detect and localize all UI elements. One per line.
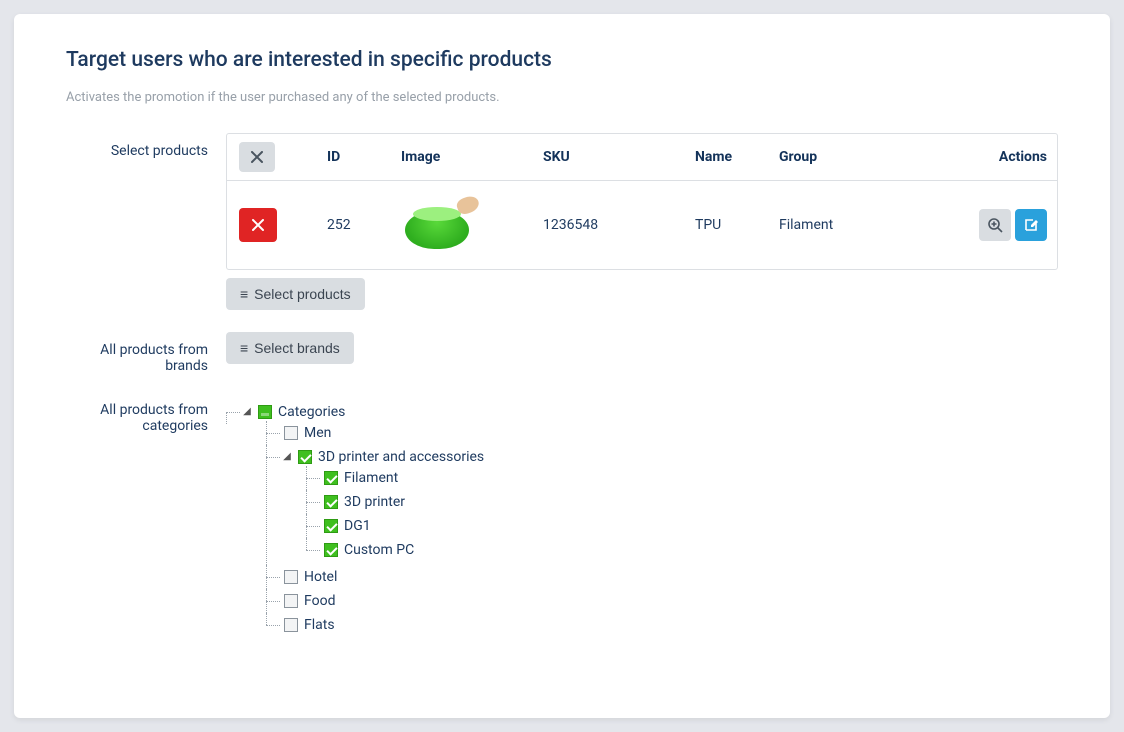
- products-table-header: ID Image SKU Name Group Actions: [227, 134, 1057, 181]
- tree-node-root[interactable]: ◢ Categories Men: [226, 400, 1058, 640]
- cell-image: [401, 197, 543, 253]
- checkbox-partial[interactable]: [258, 405, 272, 419]
- close-icon: [251, 151, 263, 163]
- cell-id: 252: [327, 217, 401, 233]
- select-brands-button[interactable]: ≡ Select brands: [226, 332, 354, 364]
- cell-group: Filament: [779, 217, 967, 233]
- cell-name: TPU: [695, 217, 779, 233]
- select-products-button[interactable]: ≡ Select products: [226, 278, 365, 310]
- tree-node[interactable]: Filament: [306, 466, 1058, 490]
- close-icon: [252, 219, 264, 231]
- list-icon: ≡: [240, 287, 248, 301]
- tree-node[interactable]: ◢ 3D printer and accessories Filament: [266, 445, 1058, 565]
- checkbox[interactable]: [284, 570, 298, 584]
- tree-label: Custom PC: [344, 541, 414, 559]
- view-button[interactable]: [979, 209, 1011, 241]
- product-thumbnail: [401, 197, 481, 253]
- cell-sku: 1236548: [543, 217, 695, 233]
- tree-node[interactable]: Food: [266, 589, 1058, 613]
- th-actions: Actions: [967, 149, 1047, 165]
- collapse-icon[interactable]: ◢: [242, 407, 252, 417]
- page-heading: Target users who are interested in speci…: [66, 48, 1058, 72]
- tree-label: Flats: [304, 616, 335, 634]
- th-id: ID: [327, 149, 401, 165]
- tree-label: Hotel: [304, 568, 337, 586]
- settings-card: Target users who are interested in speci…: [14, 14, 1110, 718]
- th-sku: SKU: [543, 149, 695, 165]
- collapse-icon[interactable]: ◢: [282, 452, 292, 462]
- list-icon: ≡: [240, 341, 248, 355]
- edit-icon: [1023, 217, 1039, 233]
- row-categories: All products from categories ◢ Categorie…: [66, 400, 1058, 640]
- row-brands: All products from brands ≡ Select brands: [66, 332, 1058, 374]
- tree-label: DG1: [344, 517, 371, 535]
- zoom-icon: [987, 217, 1003, 233]
- checkbox-checked[interactable]: [324, 543, 338, 557]
- checkbox[interactable]: [284, 594, 298, 608]
- tree-label: Categories: [278, 403, 345, 421]
- remove-row-button[interactable]: [239, 208, 277, 242]
- th-name: Name: [695, 149, 779, 165]
- tree-node[interactable]: Hotel: [266, 565, 1058, 589]
- page-subtitle: Activates the promotion if the user purc…: [66, 90, 1058, 105]
- checkbox-checked[interactable]: [298, 450, 312, 464]
- categories-tree: ◢ Categories Men: [226, 400, 1058, 640]
- clear-all-button[interactable]: [239, 142, 275, 172]
- tree-label: Food: [304, 592, 335, 610]
- label-brands: All products from brands: [66, 332, 226, 374]
- select-products-button-label: Select products: [254, 287, 351, 301]
- label-select-products: Select products: [66, 133, 226, 159]
- checkbox[interactable]: [284, 618, 298, 632]
- tree-label: Filament: [344, 469, 398, 487]
- tree-node[interactable]: Custom PC: [306, 538, 1058, 562]
- select-brands-button-label: Select brands: [254, 341, 340, 355]
- products-table: ID Image SKU Name Group Actions 252: [226, 133, 1058, 270]
- table-row: 252 1236548 TPU Filament: [227, 181, 1057, 269]
- tree-node[interactable]: DG1: [306, 514, 1058, 538]
- tree-node[interactable]: Men: [266, 421, 1058, 445]
- checkbox-checked[interactable]: [324, 471, 338, 485]
- th-image: Image: [401, 149, 543, 165]
- tree-label: 3D printer: [344, 493, 405, 511]
- tree-label: Men: [304, 424, 331, 442]
- checkbox-checked[interactable]: [324, 495, 338, 509]
- th-group: Group: [779, 149, 967, 165]
- tree-node[interactable]: Flats: [266, 613, 1058, 637]
- tree-label: 3D printer and accessories: [318, 448, 484, 466]
- tree-node[interactable]: 3D printer: [306, 490, 1058, 514]
- checkbox[interactable]: [284, 426, 298, 440]
- edit-button[interactable]: [1015, 209, 1047, 241]
- row-select-products: Select products ID Image SKU Name Group …: [66, 133, 1058, 310]
- label-categories: All products from categories: [66, 400, 226, 434]
- checkbox-checked[interactable]: [324, 519, 338, 533]
